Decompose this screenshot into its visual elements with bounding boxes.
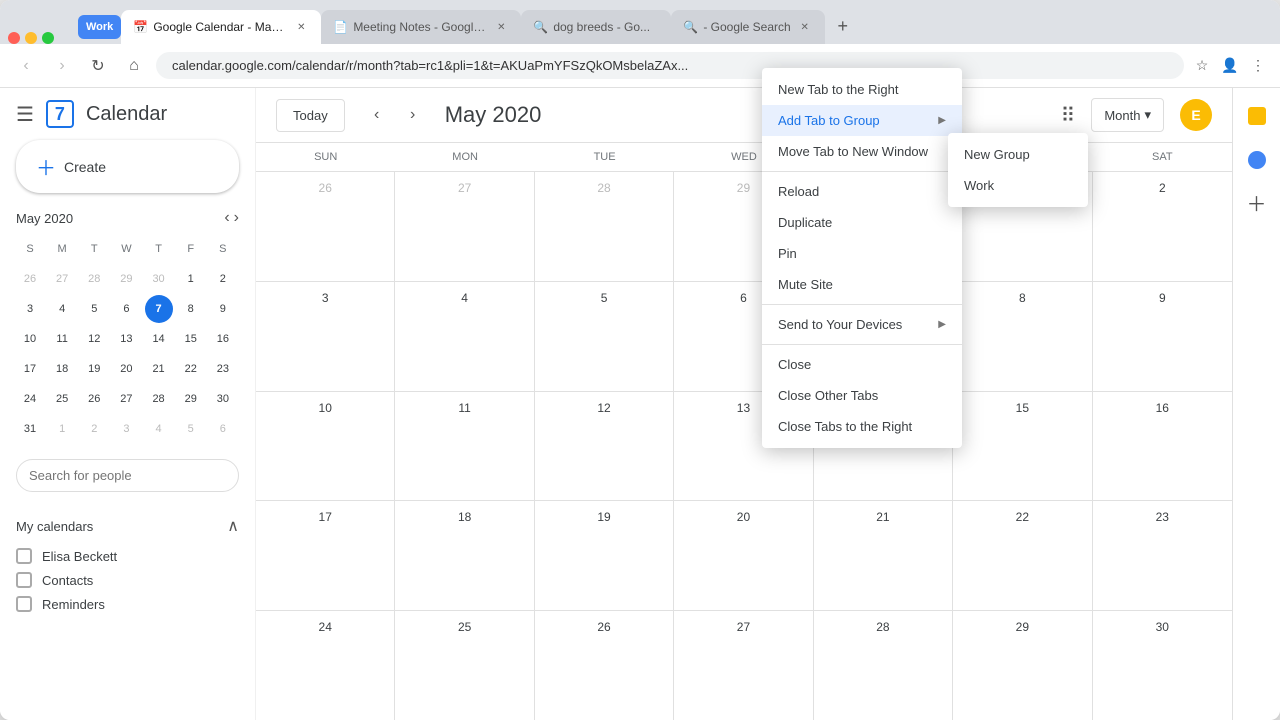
context-menu-overlay[interactable]: New Tab to the Right Add Tab to Group ▶ … xyxy=(0,0,1280,720)
menu-item-reload[interactable]: Reload xyxy=(762,176,962,207)
menu-item-close-tabs-right[interactable]: Close Tabs to the Right xyxy=(762,411,962,442)
submenu-label-new-group: New Group xyxy=(964,147,1030,162)
menu-divider-2 xyxy=(762,304,962,305)
menu-divider-3 xyxy=(762,344,962,345)
submenu-tab-group: New Group Work xyxy=(948,133,1088,207)
menu-item-duplicate[interactable]: Duplicate xyxy=(762,207,962,238)
menu-item-pin[interactable]: Pin xyxy=(762,238,962,269)
menu-item-send-devices[interactable]: Send to Your Devices ▶ xyxy=(762,309,962,340)
menu-label-pin: Pin xyxy=(778,246,797,261)
menu-item-new-tab-right[interactable]: New Tab to the Right xyxy=(762,74,962,105)
menu-label-close-tabs-right: Close Tabs to the Right xyxy=(778,419,912,434)
menu-label-close-other-tabs: Close Other Tabs xyxy=(778,388,878,403)
context-menu: New Tab to the Right Add Tab to Group ▶ … xyxy=(762,68,962,448)
menu-label-send-devices: Send to Your Devices xyxy=(778,317,902,332)
menu-divider-1 xyxy=(762,171,962,172)
menu-label-new-tab-right: New Tab to the Right xyxy=(778,82,898,97)
menu-item-add-tab-group[interactable]: Add Tab to Group ▶ New Group Work xyxy=(762,105,962,136)
submenu-label-work-group: Work xyxy=(964,178,994,193)
menu-item-mute-site[interactable]: Mute Site xyxy=(762,269,962,300)
menu-label-mute-site: Mute Site xyxy=(778,277,833,292)
submenu-item-work-group[interactable]: Work xyxy=(948,170,1088,201)
menu-item-close-other-tabs[interactable]: Close Other Tabs xyxy=(762,380,962,411)
menu-label-add-tab-group: Add Tab to Group xyxy=(778,113,880,128)
menu-label-reload: Reload xyxy=(778,184,819,199)
submenu-item-new-group[interactable]: New Group xyxy=(948,139,1088,170)
menu-label-move-tab-window: Move Tab to New Window xyxy=(778,144,928,159)
send-devices-arrow-icon: ▶ xyxy=(938,319,946,330)
submenu-arrow-icon: ▶ xyxy=(938,115,946,126)
menu-label-close: Close xyxy=(778,357,811,372)
menu-item-move-tab-window[interactable]: Move Tab to New Window xyxy=(762,136,962,167)
menu-label-duplicate: Duplicate xyxy=(778,215,832,230)
menu-item-close[interactable]: Close xyxy=(762,349,962,380)
